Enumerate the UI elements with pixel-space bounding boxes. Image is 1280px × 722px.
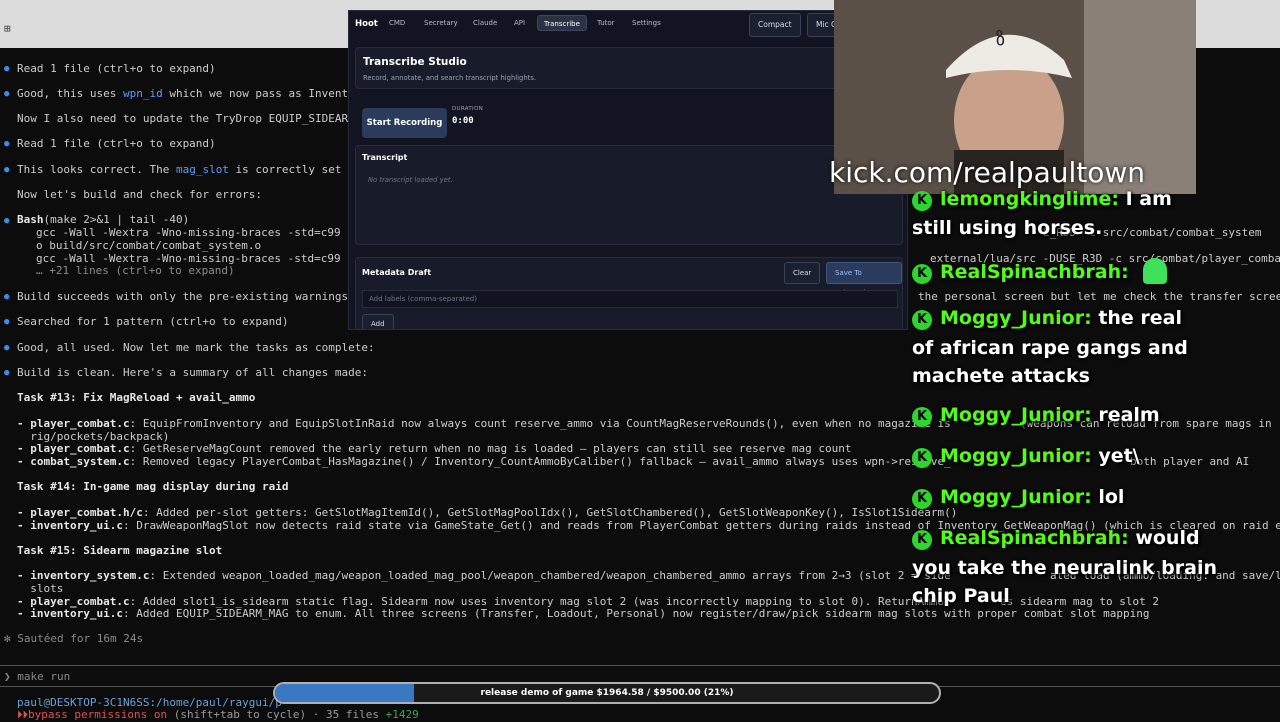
tab-settings[interactable]: Settings — [626, 15, 667, 31]
tab-transcribe[interactable]: Transcribe — [537, 15, 587, 31]
labels-input[interactable]: Add labels (comma-separated) — [362, 290, 898, 308]
start-recording-button[interactable]: Start Recording — [362, 108, 447, 138]
terminal-line: Read 1 file (ctrl+o to expand) — [17, 137, 216, 150]
save-to-selected-button[interactable]: Save To Selected — [826, 262, 902, 297]
terminal-line: … +21 lines (ctrl+o to expand) — [36, 264, 235, 277]
hoot-nav: Hoot CMD Secretary Claude API Transcribe… — [349, 11, 907, 37]
terminal-line: Bash(make 2>&1 | tail -40) — [17, 213, 190, 226]
bullet-icon: ● — [4, 343, 10, 353]
chat-message: K Moggy_Junior: realm — [912, 401, 1160, 429]
chat-message: K RealSpinachbrah: — [912, 258, 1168, 286]
terminal-line: Build is clean. Here's a summary of all … — [17, 366, 368, 379]
kick-icon: K — [912, 191, 932, 211]
hoot-brand: Hoot — [355, 19, 378, 29]
terminal-line: - player_combat.c: GetReserveMagCount re… — [17, 442, 852, 455]
bullet-icon: ● — [4, 292, 10, 302]
transcript-label: Transcript — [362, 153, 408, 162]
transcript-empty: No transcript loaded yet. — [368, 176, 453, 184]
terminal-line: the personal screen but let me check the… — [918, 290, 1280, 303]
donation-goal-text: release demo of game $1964.58 / $9500.00… — [480, 688, 734, 698]
bullet-icon: ● — [4, 165, 10, 175]
terminal-line: slots — [17, 582, 64, 595]
svg-text:ზ: ზ — [996, 29, 1005, 50]
terminal-line: Good, all used. Now let me mark the task… — [17, 341, 375, 354]
prompt-text: ❯ make run — [4, 670, 71, 683]
terminal-line: Read 1 file (ctrl+o to expand) — [17, 62, 216, 75]
bullet-icon: ● — [4, 64, 10, 74]
chat-message: K Moggy_Junior: lol — [912, 483, 1124, 511]
metadata-panel: Metadata Draft Clear Save To Selected Ad… — [355, 257, 903, 329]
terminal-line: both player and AI — [1130, 455, 1250, 468]
page-title: Transcribe Studio — [363, 56, 467, 68]
tab-tutor[interactable]: Tutor — [591, 15, 621, 31]
terminal-line: - combat_system.c: Removed legacy Player… — [17, 455, 951, 468]
kick-icon: K — [912, 264, 932, 284]
kick-icon: K — [912, 489, 932, 509]
donation-goal-bar: release demo of game $1964.58 / $9500.00… — [273, 682, 941, 704]
chat-message: K Moggy_Junior: yet\ — [912, 442, 1140, 470]
terminal-line: - player_combat.h/c: Added per-slot gett… — [17, 506, 958, 519]
duration-value: 0:00 — [452, 116, 474, 126]
bullet-icon: ● — [4, 216, 10, 226]
bullet-icon: ● — [4, 368, 10, 378]
chat-message: Klemongkinglime: I am — [912, 185, 1172, 213]
elapsed-time: ✻ Sautéed for 16m 24s — [4, 632, 144, 645]
terminal-line: gcc -Wall -Wextra -Wno-missing-braces -s… — [36, 226, 361, 239]
tab-claude[interactable]: Claude — [467, 15, 503, 31]
kick-icon: K — [912, 530, 932, 550]
add-button[interactable]: Add — [362, 314, 394, 329]
labels-placeholder: Add labels (comma-separated) — [369, 295, 477, 303]
terminal-line: - player_combat.c: EquipFromInventory an… — [17, 417, 951, 430]
task-heading: Task #15: Sidearm magazine slot — [17, 544, 223, 557]
tab-cmd[interactable]: CMD — [383, 15, 411, 31]
terminal-line: Build succeeds with only the pre-existin… — [17, 290, 355, 303]
studio-header: Transcribe Studio Record, annotate, and … — [355, 47, 903, 89]
page-subtitle: Record, annotate, and search transcript … — [363, 74, 537, 82]
transcript-panel: Transcript No transcript loaded yet. — [355, 145, 903, 245]
chat-message-cont: still using horses. — [912, 217, 1103, 239]
kick-icon: K — [912, 310, 932, 330]
task-heading: Task #13: Fix MagReload + avail_ammo — [17, 391, 256, 404]
compact-button[interactable]: Compact — [749, 13, 801, 37]
terminal-line: Now let's build and check for errors: — [17, 188, 263, 201]
chat-message: K Moggy_Junior: the real — [912, 304, 1182, 332]
terminal-line: o build/src/combat/combat_system.o — [36, 239, 262, 252]
clear-button[interactable]: Clear — [784, 262, 821, 284]
tab-secretary[interactable]: Secretary — [418, 15, 464, 31]
terminal-line: - inventory_system.c: Extended weapon_lo… — [17, 569, 951, 582]
duration-label: DURATION — [452, 106, 484, 112]
ghost-emote-icon — [1143, 258, 1168, 284]
terminal-line: Good, this uses wpn_id which we now pass… — [17, 87, 362, 100]
task-heading: Task #14: In-game mag display during rai… — [17, 480, 289, 493]
window-menu-icon[interactable]: ⊞ — [4, 22, 11, 35]
chat-message-cont: of african rape gangs and — [912, 337, 1188, 359]
chat-message: K RealSpinachbrah: would — [912, 524, 1200, 552]
bullet-icon: ● — [4, 89, 10, 99]
metadata-label: Metadata Draft — [362, 268, 432, 277]
hoot-window: Hoot CMD Secretary Claude API Transcribe… — [348, 10, 908, 330]
chat-message-cont: machete attacks — [912, 365, 1090, 387]
terminal-line: Now I also need to update the TryDrop EQ… — [17, 112, 362, 125]
terminal-line: Searched for 1 pattern (ctrl+o to expand… — [17, 315, 289, 328]
bullet-icon: ● — [4, 317, 10, 327]
tab-api[interactable]: API — [508, 15, 531, 31]
chat-message-cont: you take the neuralink brain — [912, 557, 1217, 579]
chat-message-cont: chip Paul — [912, 585, 1010, 607]
bullet-icon: ● — [4, 139, 10, 149]
kick-icon: K — [912, 407, 932, 427]
kick-icon: K — [912, 448, 932, 468]
terminal-line: This looks correct. The mag_slot is corr… — [17, 163, 362, 176]
